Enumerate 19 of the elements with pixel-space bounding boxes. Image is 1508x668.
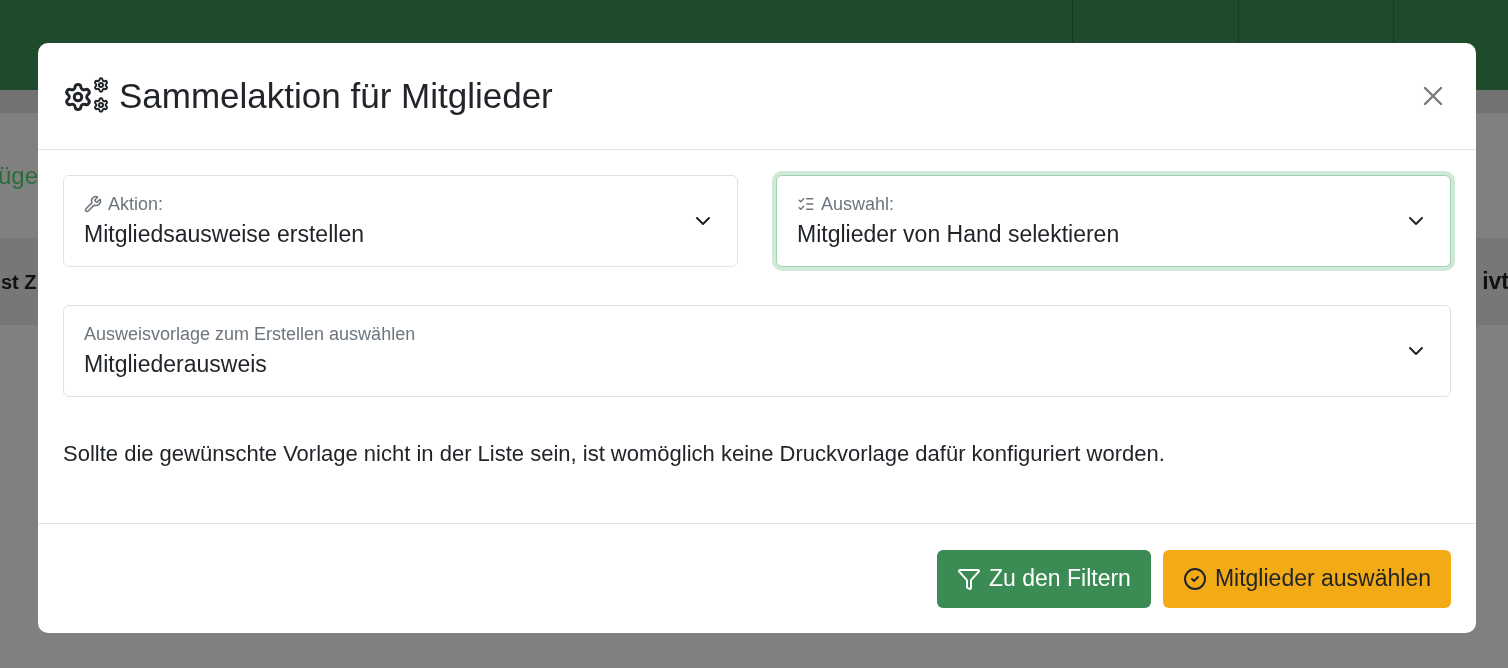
field-label: Ausweisvorlage zum Erstellen auswählen: [84, 323, 416, 345]
field-label: Aktion:: [108, 193, 164, 215]
modal-title: Sammelaktion für Mitglieder: [119, 74, 554, 117]
wrench-icon: [84, 195, 102, 213]
select-field[interactable]: Ausweisvorlage zum Erstellen auswählen Mitgliederausweis: [63, 305, 1451, 397]
gears-icon: [63, 77, 111, 115]
checklist-icon: [797, 195, 815, 213]
field-value: Mitglieder von Hand selektieren: [797, 220, 1121, 249]
field-value: Mitgliederausweis: [84, 350, 268, 379]
field-value: Mitgliedsausweise erstellen: [84, 220, 365, 249]
check-circle-icon: [1182, 566, 1207, 591]
action-button[interactable]: Zu den Filtern: [937, 549, 1151, 608]
hint-text: Sollte die gewünschte Vorlage nicht in der Liste sein, ist womöglich keine Druckvorlage dafür konfiguriert worden.: [63, 440, 1166, 468]
action-button[interactable]: Mitglieder auswählen: [1162, 549, 1451, 608]
field-label: Auswahl:: [821, 193, 895, 215]
filter-icon: [957, 566, 981, 591]
column-header: ivt: [1482, 267, 1508, 297]
column-header: st Z: [1, 269, 37, 295]
select-field[interactable]: Aktion: Mitgliedsausweise erstellen: [63, 175, 738, 267]
